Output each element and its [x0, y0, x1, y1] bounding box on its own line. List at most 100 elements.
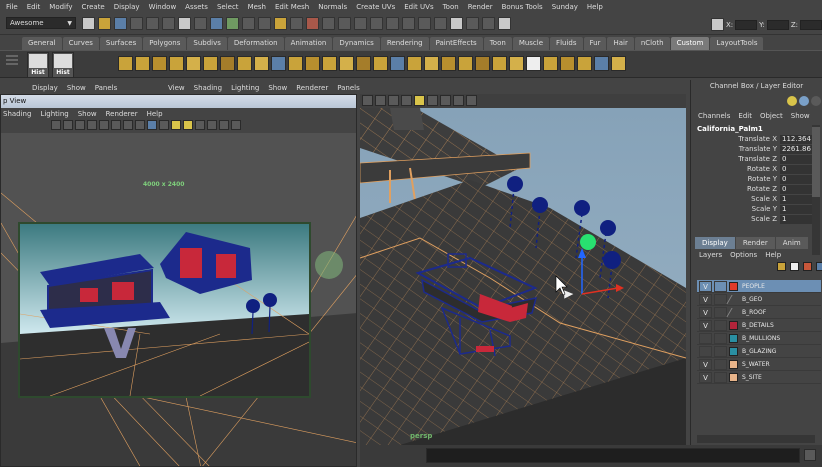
lights-icon[interactable] [414, 95, 425, 106]
view-menu-shading[interactable]: Shading [3, 110, 31, 118]
menu-item-display[interactable]: Display [114, 3, 140, 11]
new-scene-icon[interactable] [82, 17, 95, 30]
mask-icon[interactable] [178, 17, 191, 30]
channel-attribute-row[interactable]: Translate Y 2261.86 [691, 145, 822, 155]
channel-box-icon[interactable] [787, 96, 797, 106]
snap-grid-icon[interactable] [338, 17, 351, 30]
layer-visibility-toggle[interactable]: V [699, 359, 712, 370]
menu-item-assets[interactable]: Assets [185, 3, 208, 11]
shelf-tool-icon[interactable] [203, 56, 218, 71]
layer-row[interactable]: B_MULLIONS [697, 332, 821, 345]
shelf-tool-icon[interactable] [135, 56, 150, 71]
lights-icon[interactable] [159, 120, 169, 130]
select-curve-icon[interactable] [226, 17, 239, 30]
menu-item-modify[interactable]: Modify [49, 3, 72, 11]
menu-item-edit-mesh[interactable]: Edit Mesh [275, 3, 309, 11]
snap-curve-icon[interactable] [354, 17, 367, 30]
channel-menu-channels[interactable]: Channels [698, 112, 730, 120]
shelf-tool-icon[interactable] [322, 56, 337, 71]
shelf-tool-icon[interactable] [390, 56, 405, 71]
channel-attribute-row[interactable]: Translate Z0 [691, 155, 822, 165]
shelf-tab-layouttools[interactable]: LayoutTools [710, 37, 764, 50]
input-ops-icon[interactable] [418, 17, 431, 30]
render-frame-icon[interactable] [466, 17, 479, 30]
ipr-render-icon[interactable] [482, 17, 495, 30]
shelf-tool-icon[interactable] [237, 56, 252, 71]
shelf-tool-icon[interactable] [118, 56, 133, 71]
isolate-icon[interactable] [440, 95, 451, 106]
shelf-tab-hair[interactable]: Hair [607, 37, 634, 50]
shelf-tab-muscle[interactable]: Muscle [512, 37, 550, 50]
view-menu-show[interactable]: Show [78, 110, 97, 118]
attribute-value[interactable]: 0 [780, 165, 813, 174]
layer-visibility-toggle[interactable]: V [699, 281, 712, 292]
menu-item-render[interactable]: Render [468, 3, 493, 11]
shadows-icon[interactable] [427, 95, 438, 106]
select-hierarchy-icon[interactable] [130, 17, 143, 30]
menu-item-sunday[interactable]: Sunday [552, 3, 578, 11]
layer-visibility-toggle[interactable] [699, 346, 712, 357]
layer-display-type-toggle[interactable] [714, 320, 727, 331]
menu-item-help[interactable]: Help [587, 3, 603, 11]
select-dynamic-icon[interactable] [274, 17, 287, 30]
tool-settings-icon[interactable] [811, 96, 821, 106]
attribute-value[interactable]: 1 [780, 205, 813, 214]
layer-visibility-toggle[interactable]: V [699, 307, 712, 318]
y-field[interactable] [766, 19, 789, 30]
shelf-tab-ncloth[interactable]: nCloth [634, 37, 670, 50]
select-render-icon[interactable] [290, 17, 303, 30]
shelf-tab-surfaces[interactable]: Surfaces [99, 37, 143, 50]
shelf-tool-icon[interactable] [424, 56, 439, 71]
snap-plane-icon[interactable] [386, 17, 399, 30]
shelf-tool-icon[interactable] [373, 56, 388, 71]
lock-selection-icon[interactable] [322, 17, 335, 30]
layer-tool-icon[interactable] [816, 262, 822, 271]
shelf-tab-dynamics[interactable]: Dynamics [333, 37, 380, 50]
layer-visibility-toggle[interactable]: V [699, 294, 712, 305]
shelf-tool-icon[interactable] [271, 56, 286, 71]
channel-attribute-row[interactable]: Translate X 112.364 [691, 135, 822, 145]
view-menu-renderer[interactable]: Renderer [106, 110, 138, 118]
xray-icon[interactable] [207, 120, 217, 130]
camera-icon[interactable] [362, 95, 373, 106]
shelf-tab-fur[interactable]: Fur [583, 37, 607, 50]
shelf-tool-icon[interactable] [356, 56, 371, 71]
shelf-tool-icon[interactable] [220, 56, 235, 71]
attribute-value[interactable]: 0 [780, 155, 813, 164]
select-deform-icon[interactable] [258, 17, 271, 30]
make-live-icon[interactable] [402, 17, 415, 30]
attribute-value[interactable]: 112.364 [780, 135, 813, 144]
grid-icon[interactable] [75, 120, 85, 130]
layer-color-swatch[interactable] [729, 360, 738, 369]
safe-action-icon[interactable] [111, 120, 121, 130]
shelf-tool-icon[interactable] [577, 56, 592, 71]
layer-color-swatch[interactable] [726, 308, 741, 317]
layer-row[interactable]: V B_ROOF [697, 306, 821, 319]
render-settings-icon[interactable] [498, 17, 511, 30]
layer-visibility-toggle[interactable]: V [699, 320, 712, 331]
layer-display-type-toggle[interactable] [714, 281, 727, 292]
view-menu-lighting[interactable]: Lighting [40, 110, 68, 118]
shelf-tab-animation[interactable]: Animation [284, 37, 333, 50]
grid-icon[interactable] [466, 95, 477, 106]
layer-row[interactable]: V B_DETAILS [697, 319, 821, 332]
menu-item-create[interactable]: Create [81, 3, 104, 11]
select-handle-icon[interactable] [194, 17, 207, 30]
shelf-tab-subdivs[interactable]: Subdivs [187, 37, 227, 50]
layer-color-swatch[interactable] [729, 347, 738, 356]
hud-icon[interactable] [231, 120, 241, 130]
select-surface-icon[interactable] [242, 17, 255, 30]
channel-menu-show[interactable]: Show [791, 112, 810, 120]
attribute-editor-icon[interactable] [799, 96, 809, 106]
channel-attribute-row[interactable]: Rotate Y0 [691, 175, 822, 185]
view-menu-help[interactable]: Help [147, 110, 163, 118]
default-light-icon[interactable] [171, 120, 181, 130]
selected-object-name[interactable]: California_Palm1 [691, 125, 822, 135]
shelf-tab-curves[interactable]: Curves [62, 37, 99, 50]
layer-row[interactable]: V S_SITE [697, 371, 821, 384]
layer-menu-layers[interactable]: Layers [699, 251, 722, 259]
layer-visibility-toggle[interactable] [699, 333, 712, 344]
output-ops-icon[interactable] [434, 17, 447, 30]
wireframe-icon[interactable] [123, 120, 133, 130]
save-scene-icon[interactable] [114, 17, 127, 30]
